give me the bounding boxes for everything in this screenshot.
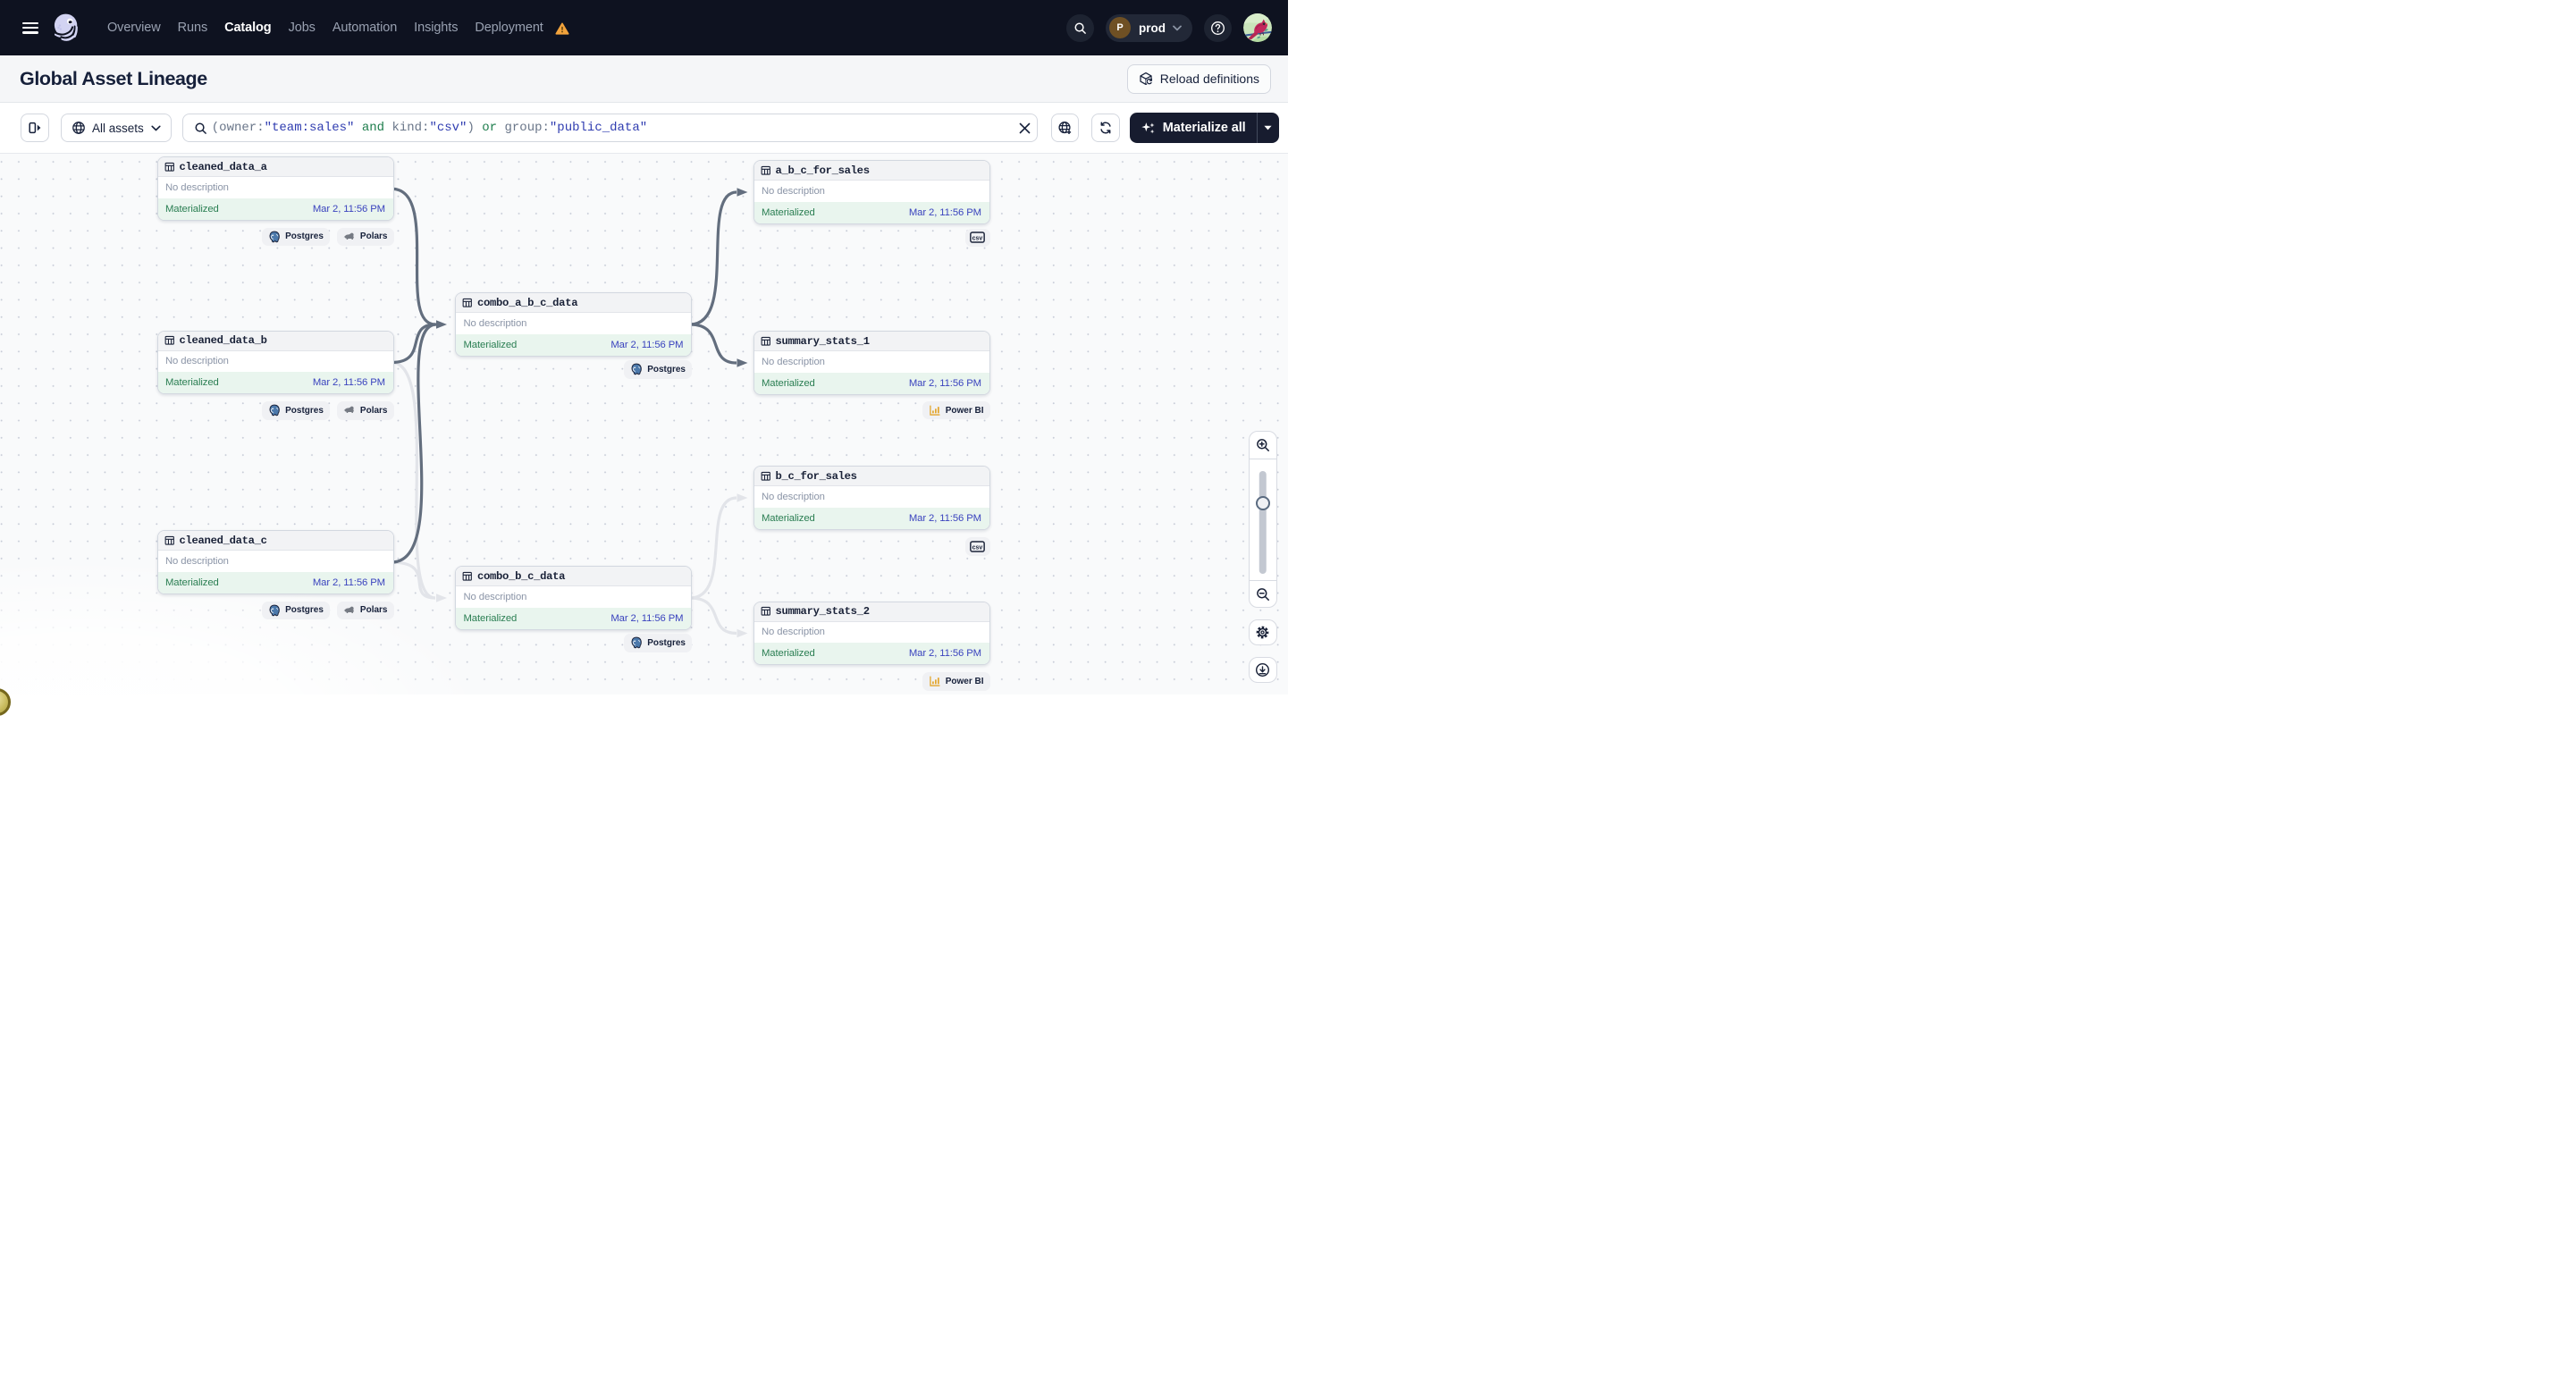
svg-text:csv: csv [972, 544, 983, 551]
svg-text:csv: csv [972, 236, 983, 242]
